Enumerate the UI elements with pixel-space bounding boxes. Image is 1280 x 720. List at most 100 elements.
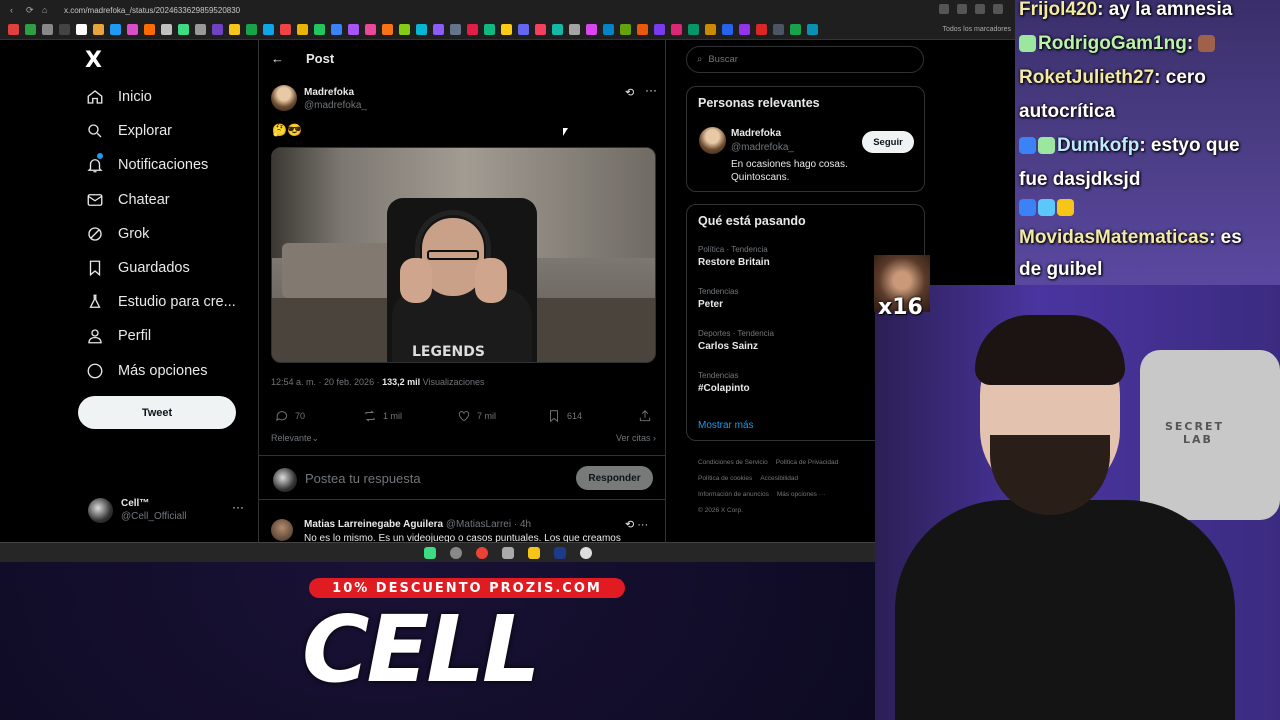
nav-item-explorar[interactable]: Explorar [86,122,172,140]
bookmark-icon[interactable] [195,24,206,35]
trend-item[interactable]: Tendencias Peter [698,287,738,310]
bookmark-icon[interactable] [671,24,682,35]
bookmark-icon[interactable] [620,24,631,35]
nav-item-estudio[interactable]: Estudio para cre... [86,293,236,311]
bookmark-icon[interactable] [637,24,648,35]
reload-icon[interactable]: ⟳ [26,5,42,16]
nav-item-guardados[interactable]: Guardados [86,259,190,277]
bookmark-icon[interactable] [110,24,121,35]
nav-item-perfil[interactable]: Perfil [86,327,151,345]
person-handle[interactable]: @madrefoka_ [731,142,794,153]
bookmark-icon[interactable] [586,24,597,35]
bookmark-icon[interactable] [297,24,308,35]
more-icon[interactable]: ··· [232,500,244,514]
bookmark-icon[interactable] [688,24,699,35]
reply-author[interactable]: Matias Larreinegabe Aguilera @MatiasLarr… [304,519,531,530]
footer-link[interactable]: Condiciones de Servicio [698,459,768,466]
trend-item[interactable]: Política · Tendencia Restore Britain [698,245,770,268]
bookmark-icon[interactable] [93,24,104,35]
nav-item-grok[interactable]: Grok [86,225,149,243]
bookmark-icon[interactable] [144,24,155,35]
bookmark-icon[interactable] [535,24,546,35]
url-field[interactable]: x.com/madrefoka_/status/2024633629859520… [64,6,240,15]
chevron-down-icon[interactable]: ⌄ [312,433,320,443]
like-button[interactable]: 7 mil [457,409,496,423]
trend-item[interactable]: Tendencias #Colapinto [698,371,750,394]
tweet-button[interactable]: Tweet [78,396,236,429]
back-arrow-icon[interactable]: ← [271,51,284,66]
bookmark-icon[interactable] [331,24,342,35]
folder-icon[interactable] [527,546,540,559]
more-icon[interactable]: ··· [645,83,657,97]
post-time[interactable]: 12:54 a. m. · 20 feb. 2026 · [271,377,382,387]
footer-link[interactable]: Accesibilidad [760,475,798,482]
bookmark-icon[interactable] [501,24,512,35]
bookmark-icon[interactable] [212,24,223,35]
bookmark-icon[interactable] [739,24,750,35]
account-switcher[interactable]: Cell™ @Cell_Officiall ··· [88,496,248,526]
bookmark-icon[interactable] [569,24,580,35]
bookmark-icon[interactable] [76,24,87,35]
bookmark-icon[interactable] [263,24,274,35]
bookmark-icon[interactable] [178,24,189,35]
bookmark-icon[interactable] [127,24,138,35]
nav-item-más[interactable]: Más opciones [86,362,207,380]
bookmark-icon[interactable] [382,24,393,35]
bookmark-icon[interactable] [467,24,478,35]
author-name[interactable]: Madrefoka [304,87,354,98]
app-icon[interactable] [449,546,462,559]
bookmark-icon[interactable] [433,24,444,35]
bookmark-icon[interactable] [399,24,410,35]
chrome-icon[interactable] [475,546,488,559]
bookmark-icon[interactable] [705,24,716,35]
bookmark-icon[interactable] [42,24,53,35]
x-logo[interactable]: X [85,48,102,73]
photoshop-icon[interactable] [553,546,566,559]
repost-button[interactable]: 1 mil [363,409,402,423]
zoom-icon[interactable] [939,4,949,14]
app-icon[interactable] [579,546,592,559]
bookmark-icon[interactable] [450,24,461,35]
show-more-link[interactable]: Mostrar más [698,420,754,431]
sort-dropdown[interactable]: Relevante [271,433,312,443]
bookmark-icon[interactable] [365,24,376,35]
bookmark-icon[interactable] [756,24,767,35]
post-video[interactable]: LEGENDS [271,147,656,363]
bookmark-icon[interactable] [518,24,529,35]
star-icon[interactable] [957,4,967,14]
grok-icon[interactable]: ⟲ ··· [625,518,648,531]
reply-button[interactable]: 70 [275,409,305,423]
app-icon[interactable] [501,546,514,559]
follow-button[interactable]: Seguir [862,131,914,153]
nav-item-notificaciones[interactable]: Notificaciones [86,152,208,174]
bookmark-icon[interactable] [161,24,172,35]
bookmark-icon[interactable] [229,24,240,35]
bookmark-icon[interactable] [314,24,325,35]
bookmark-icon[interactable] [654,24,665,35]
bookmark-icon[interactable] [59,24,70,35]
bookmark-icon[interactable] [280,24,291,35]
footer-link[interactable]: Política de Privacidad [776,459,839,466]
search-input[interactable]: ⌕ Buscar [686,46,924,73]
avatar[interactable] [271,85,297,111]
bookmark-icon[interactable] [348,24,359,35]
reply-input[interactable]: Postea tu respuesta [305,471,421,486]
back-icon[interactable]: ‹ [10,5,26,15]
view-quotes-link[interactable]: Ver citas › [616,433,656,443]
footer-link[interactable]: Política de cookies [698,475,752,482]
bookmark-button[interactable]: 614 [547,409,582,423]
footer-link[interactable]: Más opciones ··· [777,491,825,498]
bookmark-icon[interactable] [773,24,784,35]
author-handle[interactable]: @madrefoka_ [304,100,367,111]
reply-item[interactable]: Matias Larreinegabe Aguilera @MatiasLarr… [271,517,667,542]
avatar[interactable] [699,127,726,154]
app-icon[interactable] [423,546,436,559]
bookmark-icon[interactable] [484,24,495,35]
nav-item-inicio[interactable]: Inicio [86,88,152,106]
bookmark-icon[interactable] [246,24,257,35]
reply-submit-button[interactable]: Responder [576,466,653,490]
home-icon[interactable]: ⌂ [42,5,58,15]
bookmark-icon[interactable] [8,24,19,35]
bookmark-icon[interactable] [722,24,733,35]
person-name[interactable]: Madrefoka [731,128,781,139]
